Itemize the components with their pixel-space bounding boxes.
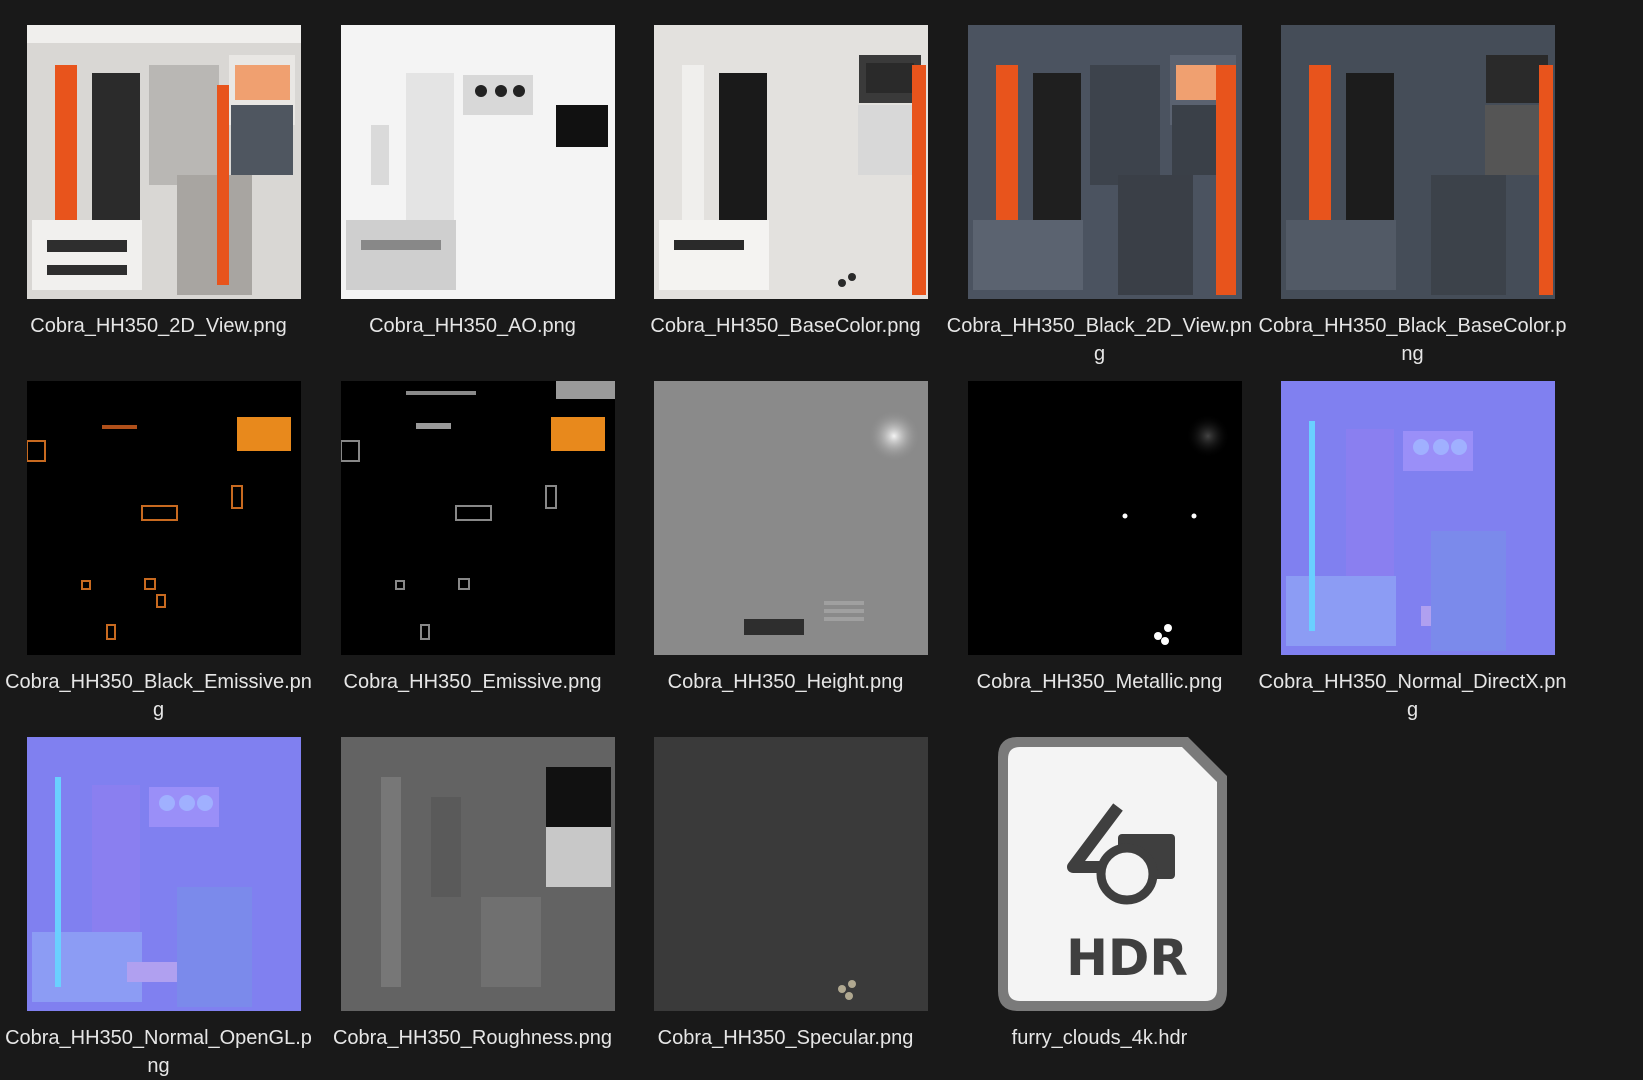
- hdr-icon-text: HDR: [1066, 929, 1188, 987]
- file-name: Cobra_HH350_2D_View.png: [30, 315, 287, 337]
- texture-thumbnail: [341, 737, 615, 1011]
- file-name: Cobra_HH350_Normal_OpenGL.png: [5, 1027, 312, 1077]
- file-name: Cobra_HH350_AO.png: [369, 315, 576, 337]
- file-grid: Cobra_HH350_2D_View.png Cobra_HH350_AO.p…: [0, 0, 1643, 1080]
- texture-thumbnail: [968, 25, 1242, 299]
- file-name: Cobra_HH350_Height.png: [667, 671, 904, 693]
- texture-thumbnail: [27, 381, 301, 655]
- texture-thumbnail: [654, 381, 928, 655]
- file-name: Cobra_HH350_Black_2D_View.png: [946, 315, 1253, 365]
- file-name: Cobra_HH350_Black_Emissive.png: [5, 671, 312, 721]
- file-name: Cobra_HH350_Black_BaseColor.png: [1258, 315, 1567, 365]
- file-name: Cobra_HH350_Specular.png: [657, 1027, 914, 1049]
- texture-thumbnail: [968, 381, 1242, 655]
- texture-thumbnail: [341, 25, 615, 299]
- texture-thumbnail: [27, 737, 301, 1011]
- file-name: Cobra_HH350_Metallic.png: [976, 671, 1223, 693]
- file-name: furry_clouds_4k.hdr: [1011, 1027, 1188, 1049]
- texture-thumbnail: [341, 381, 615, 655]
- texture-thumbnail: [1281, 381, 1555, 655]
- texture-thumbnail: [1281, 25, 1555, 299]
- hdr-file-icon: HDR: [968, 737, 1242, 1011]
- file-name: Cobra_HH350_Roughness.png: [332, 1027, 613, 1049]
- file-name: Cobra_HH350_Normal_DirectX.png: [1258, 671, 1567, 721]
- file-name: Cobra_HH350_Emissive.png: [343, 671, 602, 693]
- texture-thumbnail: [654, 737, 928, 1011]
- file-name: Cobra_HH350_BaseColor.png: [650, 315, 921, 337]
- texture-thumbnail: [27, 25, 301, 299]
- texture-thumbnail: [654, 25, 928, 299]
